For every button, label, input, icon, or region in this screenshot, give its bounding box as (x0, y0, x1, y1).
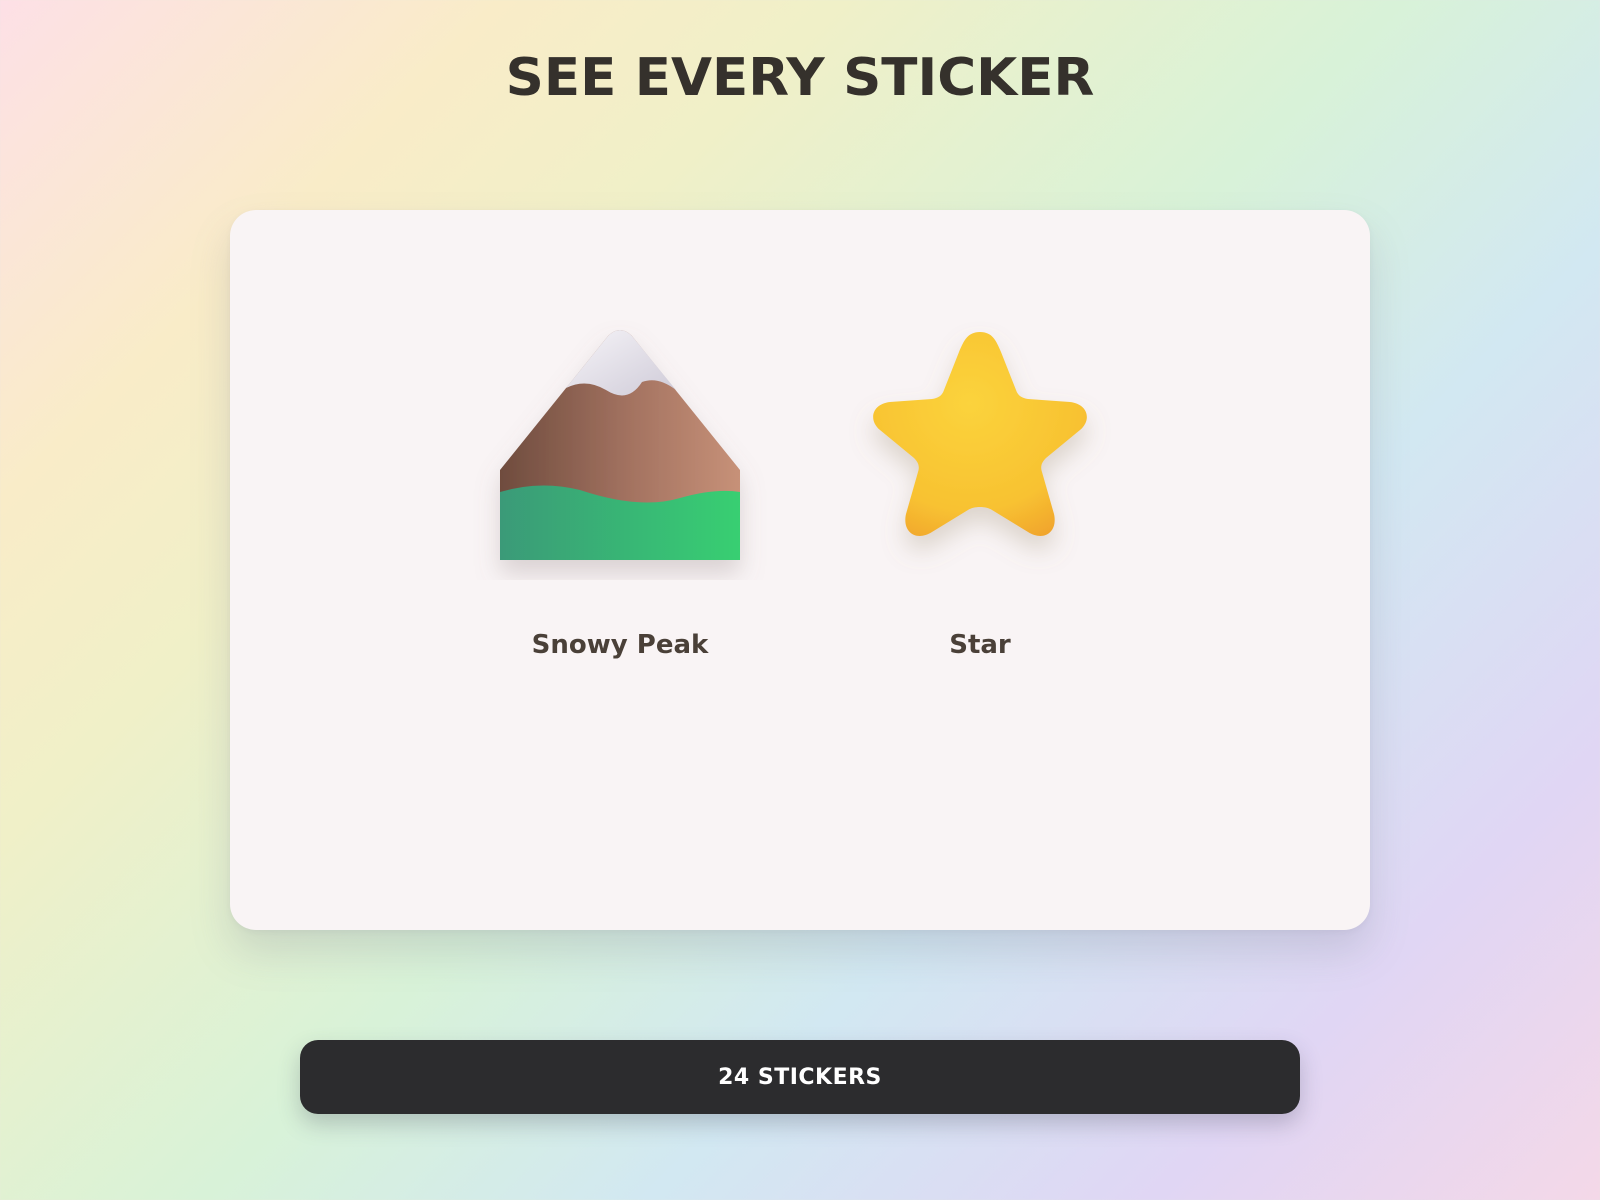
sticker-count-label: 24 STICKERS (718, 1064, 882, 1090)
sticker-gallery-card (230, 210, 1370, 930)
sticker-label: Star (949, 630, 1011, 660)
sticker-count-button[interactable]: 24 STICKERS (300, 1040, 1300, 1114)
snowy-peak-icon (500, 330, 740, 560)
sticker-snowy-peak[interactable]: Snowy Peak (470, 320, 770, 660)
page-title: SEE EVERY STICKER (505, 48, 1095, 108)
sticker-star[interactable]: Star (830, 320, 1130, 660)
sticker-label: Snowy Peak (531, 630, 709, 660)
star-icon (873, 332, 1087, 536)
